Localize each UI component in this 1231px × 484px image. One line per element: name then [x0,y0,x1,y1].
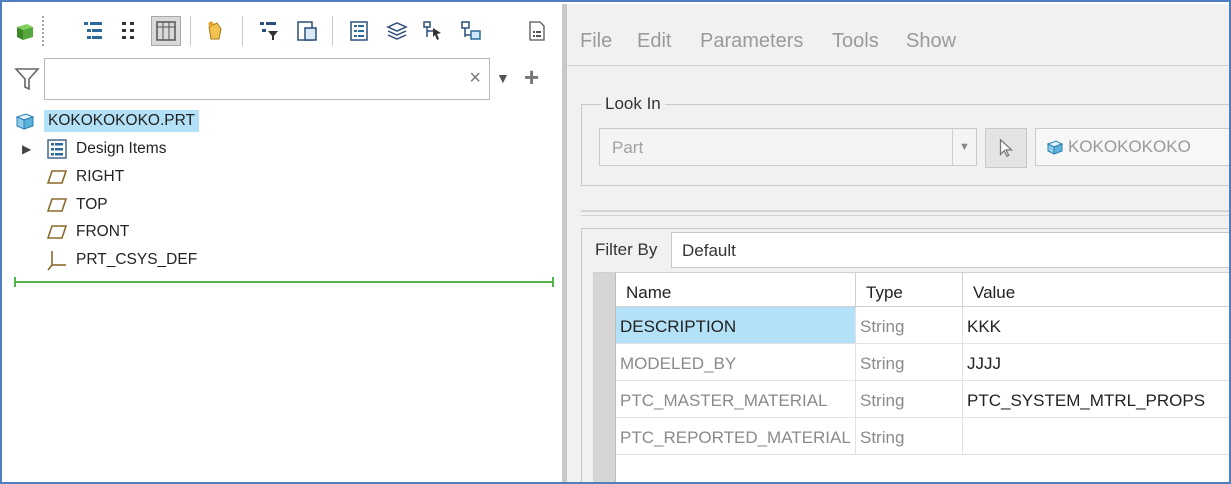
tree-item-top[interactable]: TOP [46,192,108,218]
tree-item-label: RIGHT [76,168,125,185]
divider [581,215,1229,216]
list-view-icon[interactable] [344,16,374,46]
menu-bar: File Edit Parameters Tools Show [567,4,1229,66]
param-type-cell[interactable]: String [856,418,963,455]
look-in-type-value: Part [612,138,644,157]
settings-hand-icon[interactable] [200,16,230,46]
look-in-object-field: KOKOKOKOKO [1035,128,1229,166]
insert-here-line[interactable] [14,277,554,287]
tree-item-csys[interactable]: PRT_CSYS_DEF [46,247,197,273]
app-frame: × ▼ + KOKOKOKOKO.PRT ▶ Design Items RIGH… [0,0,1231,484]
param-value-cell[interactable]: JJJJ [963,344,1229,381]
dropdown-arrow-icon[interactable]: ▼ [496,70,510,86]
param-name-cell[interactable]: MODELED_BY [616,344,856,381]
filter-by-value: Default [682,241,736,260]
menu-tools[interactable]: Tools [832,30,879,53]
param-type-cell[interactable]: String [856,344,963,381]
clear-icon[interactable]: × [469,67,481,90]
look-in-object-name: KOKOKOKOKO [1068,137,1191,156]
design-items-icon [46,138,68,160]
datum-plane-icon [46,221,68,243]
datum-plane-icon [46,194,68,216]
datum-plane-icon [46,166,68,188]
model-tree-toolbar [4,4,562,56]
model-tree-panel: × ▼ + KOKOKOKOKO.PRT ▶ Design Items RIGH… [4,4,562,482]
param-type-cell[interactable]: String [856,381,963,418]
param-type-cell[interactable]: String [856,307,963,344]
tree-table-icon[interactable] [292,16,322,46]
expand-arrow-icon[interactable]: ▶ [22,142,31,156]
parameters-dialog: File Edit Parameters Tools Show Look In … [567,4,1229,482]
param-name-cell[interactable]: DESCRIPTION [616,307,856,344]
divider [581,210,1229,212]
part-cube-icon [1046,140,1064,155]
tree-filter-row: × ▼ + [4,56,562,100]
column-header-name[interactable]: Name [616,273,856,307]
tree-root-label: KOKOKOKOKO.PRT [44,110,200,132]
tree-search-box[interactable]: × [44,58,490,100]
filter-by-label: Filter By [595,240,658,259]
filter-by-select[interactable]: Default [671,232,1229,268]
tree-filter-icon[interactable] [254,16,284,46]
csys-icon [46,249,68,271]
tree-root[interactable]: KOKOKOKOKO.PRT [14,108,200,134]
tree-columns-icon[interactable] [114,16,144,46]
param-value-cell[interactable]: PTC_SYSTEM_MTRL_PROPS [963,381,1229,418]
properties-doc-icon[interactable] [522,16,552,46]
column-header-value[interactable]: Value [963,273,1229,307]
add-icon[interactable]: + [524,62,539,93]
menu-show[interactable]: Show [906,30,956,53]
param-name-cell[interactable]: PTC_REPORTED_MATERIAL [616,418,856,455]
select-object-button[interactable] [985,128,1027,168]
param-name-cell[interactable]: PTC_MASTER_MATERIAL [616,381,856,418]
tree-item-label: TOP [76,196,108,213]
tree-item-label: Design Items [76,140,167,157]
tree-item-label: FRONT [76,223,130,240]
look-in-legend: Look In [601,94,665,114]
chevron-down-icon[interactable]: ▼ [952,129,976,165]
look-in-type-select[interactable]: Part ▼ [599,128,977,166]
layers-icon[interactable] [382,16,412,46]
tree-item-design-items[interactable]: Design Items [46,136,166,162]
select-tree-icon[interactable] [418,16,448,46]
box-3d-icon[interactable] [10,16,40,46]
tree-search-input[interactable] [45,59,445,97]
param-value-cell[interactable]: KKK [963,307,1229,344]
show-columns-icon[interactable] [151,16,181,46]
row-header-column [594,273,616,482]
tree-item-front[interactable]: FRONT [46,219,129,245]
param-value-cell[interactable] [963,418,1229,455]
column-header-type[interactable]: Type [856,273,963,307]
funnel-icon[interactable] [14,66,40,92]
menu-parameters[interactable]: Parameters [700,30,803,53]
component-tree-icon[interactable] [456,16,486,46]
menu-edit[interactable]: Edit [637,30,671,53]
menu-file[interactable]: File [580,30,612,53]
tree-item-right[interactable]: RIGHT [46,164,124,190]
cursor-arrow-icon [999,138,1014,158]
part-cube-icon [14,110,36,132]
tree-item-label: PRT_CSYS_DEF [76,251,198,268]
parameters-table: Name Type Value DESCRIPTION String KKK M… [593,272,1229,482]
tree-list-icon[interactable] [78,16,108,46]
